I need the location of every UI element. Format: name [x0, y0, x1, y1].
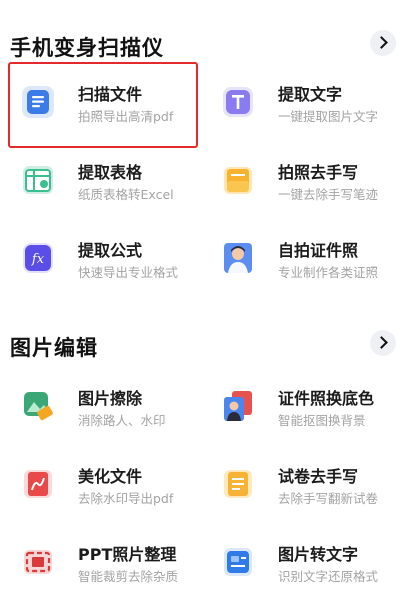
id-photo-icon [220, 240, 256, 276]
tool-description: 一键去除手写笔迹 [278, 187, 379, 202]
tool-label: 试卷去手写 [278, 467, 359, 486]
tool-image-erase[interactable]: 图片擦除 消除路人、水印 [0, 374, 200, 440]
tool-label: 提取表格 [78, 163, 143, 182]
tool-extract-table[interactable]: 提取表格 纸质表格转Excel [0, 148, 200, 214]
tool-description: 专业制作各类证照 [278, 265, 379, 280]
section-header-scanner: 手机变身扫描仪 [0, 26, 400, 66]
section-title: 手机变身扫描仪 [10, 36, 164, 60]
change-background-icon [220, 388, 256, 424]
tool-extract-text[interactable]: 提取文字 一键提取图片文字 [200, 70, 400, 136]
chevron-right-icon [375, 336, 388, 349]
tool-label: 证件照换底色 [278, 389, 375, 408]
tool-ppt-photo-organize[interactable]: PPT照片整理 智能裁剪去除杂质 [0, 530, 200, 596]
tool-description: 一键提取图片文字 [278, 109, 379, 124]
text-extract-icon [220, 84, 256, 120]
svg-text:fx: fx [31, 252, 45, 267]
tool-label: 图片擦除 [78, 389, 143, 408]
tool-label: PPT照片整理 [78, 545, 177, 564]
tools-page: 手机变身扫描仪 扫描文件 拍照导出高清pdf 提取文字 一键提取图片文字 提取表… [0, 0, 400, 605]
tool-description: 快速导出专业格式 [78, 265, 179, 280]
tool-remove-handwriting[interactable]: 拍照去手写 一键去除手写笔迹 [200, 148, 400, 214]
tool-description: 去除手写翻新试卷 [278, 491, 379, 506]
image-erase-icon [20, 388, 56, 424]
section-header-image-edit: 图片编辑 [0, 326, 400, 366]
exam-paper-icon [220, 466, 256, 502]
tool-beautify-file[interactable]: 美化文件 去除水印导出pdf [0, 452, 200, 518]
tool-image-to-text[interactable]: 图片转文字 识别文字还原格式 [200, 530, 400, 596]
table-extract-icon [20, 162, 56, 198]
tool-label: 美化文件 [78, 467, 143, 486]
tool-label: 自拍证件照 [278, 241, 359, 260]
tool-selfie-id-photo[interactable]: 自拍证件照 专业制作各类证照 [200, 226, 400, 292]
tool-description: 纸质表格转Excel [78, 187, 174, 202]
tool-exam-remove-handwriting[interactable]: 试卷去手写 去除手写翻新试卷 [200, 452, 400, 518]
section-more-button[interactable] [370, 330, 396, 356]
tool-description: 识别文字还原格式 [278, 569, 379, 584]
tool-description: 智能抠图换背景 [278, 413, 366, 428]
image-to-text-icon [220, 544, 256, 580]
tool-label: 提取文字 [278, 85, 343, 104]
ppt-photo-icon [20, 544, 56, 580]
tool-change-id-background[interactable]: 证件照换底色 智能抠图换背景 [200, 374, 400, 440]
tool-description: 智能裁剪去除杂质 [78, 569, 179, 584]
formula-icon: fx [20, 240, 56, 276]
tool-label: 拍照去手写 [278, 163, 359, 182]
chevron-right-icon [375, 36, 388, 49]
tool-label: 图片转文字 [278, 545, 359, 564]
tool-description: 消除路人、水印 [78, 413, 166, 428]
beautify-file-icon [20, 466, 56, 502]
tool-description: 去除水印导出pdf [78, 491, 174, 506]
tool-label: 提取公式 [78, 241, 143, 260]
section-more-button[interactable] [370, 30, 396, 56]
section-title: 图片编辑 [10, 336, 98, 360]
remove-handwriting-icon [220, 162, 256, 198]
highlight-box [8, 62, 198, 148]
tool-extract-formula[interactable]: fx 提取公式 快速导出专业格式 [0, 226, 200, 292]
